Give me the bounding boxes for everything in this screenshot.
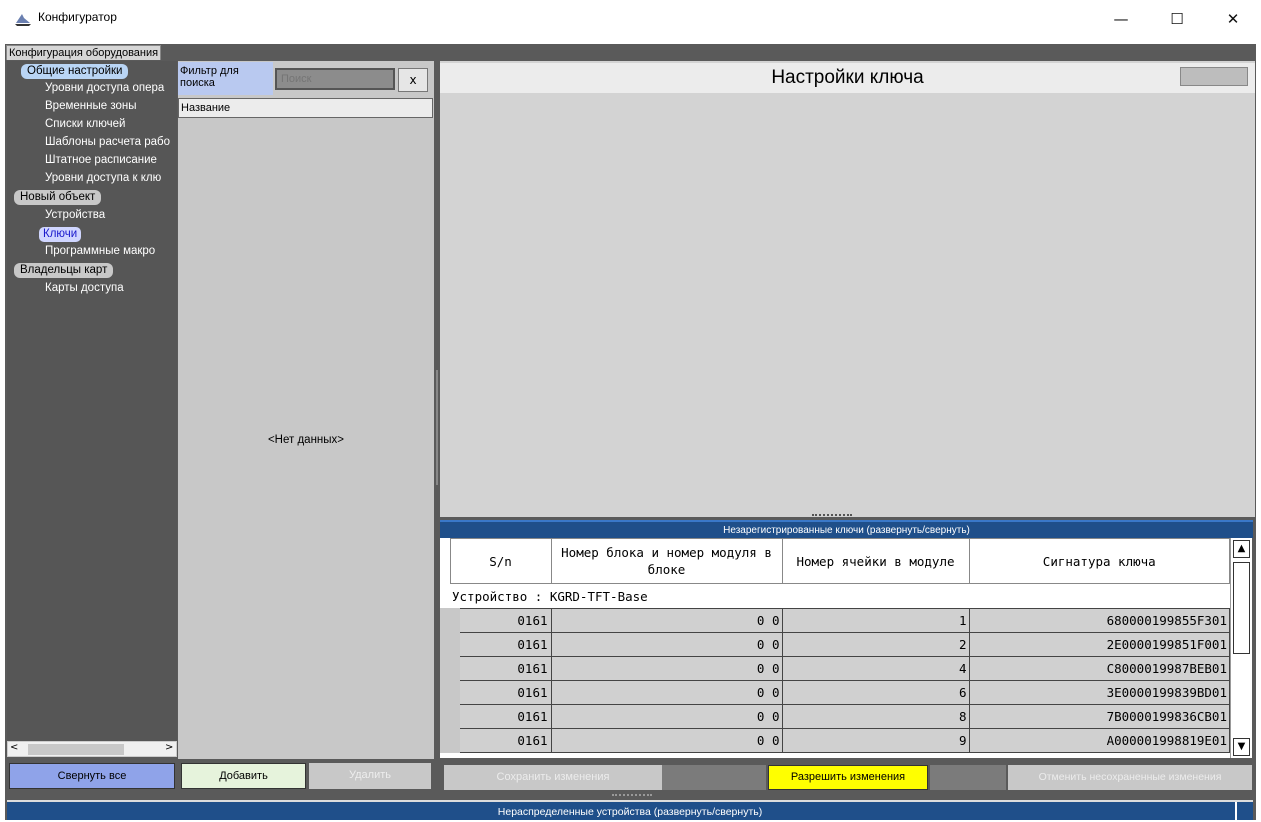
- action-spacer: [662, 765, 766, 790]
- cell-number-cell: 2: [781, 632, 970, 657]
- signature-cell: A000001998819E01: [968, 728, 1230, 753]
- cell-number-cell: 6: [781, 680, 970, 705]
- scroll-up-icon[interactable]: ▲: [1233, 540, 1250, 558]
- signature-cell: 3E0000199839BD01: [968, 680, 1230, 705]
- keys-table-area: S/n Номер блока и номер модуля в блоке Н…: [440, 538, 1230, 758]
- sidebar-item-key-lists[interactable]: Списки ключей: [45, 118, 125, 130]
- keys-splitter-grip[interactable]: [812, 514, 852, 518]
- delete-button[interactable]: Удалить: [309, 763, 431, 789]
- sidebar-item-access-cards[interactable]: Карты доступа: [45, 282, 124, 294]
- block-cell: 0 0: [550, 608, 783, 633]
- sn-cell: 0161: [440, 680, 552, 705]
- sidebar-item-time-zones[interactable]: Временные зоны: [45, 100, 136, 112]
- nav-group-new-object[interactable]: Новый объект: [14, 190, 102, 205]
- nav-group-card-owners[interactable]: Владельцы карт: [14, 263, 114, 278]
- sn-cell: 0161: [440, 656, 552, 681]
- sn-cell: 0161: [440, 632, 552, 657]
- table-row[interactable]: 0161 0 0 8 7B0000199836CB01: [440, 704, 1230, 729]
- column-header-signature[interactable]: Сигнатура ключа: [968, 538, 1230, 584]
- column-header-cell[interactable]: Номер ячейки в модуле: [781, 538, 970, 584]
- table-row[interactable]: 0161 0 0 2 2E0000199851F001: [440, 632, 1230, 657]
- sidebar-item-devices[interactable]: Устройства: [45, 209, 105, 221]
- sidebar-item-work-templates[interactable]: Шаблоны расчета рабо: [45, 136, 170, 148]
- table-row[interactable]: 0161 0 0 6 3E0000199839BD01: [440, 680, 1230, 705]
- sidebar-nav: Общие настройки Уровни доступа опера Вре…: [7, 61, 177, 756]
- search-input[interactable]: [275, 68, 395, 90]
- sidebar-hscrollbar[interactable]: < >: [7, 741, 177, 757]
- page-title: Настройки ключа: [440, 63, 1255, 93]
- title-bar: [0, 0, 1261, 38]
- block-cell: 0 0: [550, 728, 783, 753]
- nav-group-general[interactable]: Общие настройки: [21, 64, 129, 79]
- unassigned-devices-header[interactable]: Нераспределенные устройства (развернуть/…: [7, 800, 1253, 820]
- block-cell: 0 0: [550, 656, 783, 681]
- clear-search-button[interactable]: x: [398, 68, 428, 92]
- action-spacer: [930, 765, 1006, 790]
- footer-splitter-grip[interactable]: [612, 794, 652, 798]
- window-title: Конфигуратор: [38, 10, 117, 24]
- signature-cell: 680000199855F301: [968, 608, 1230, 633]
- list-panel: [178, 61, 434, 759]
- cell-number-cell: 8: [781, 704, 970, 729]
- sidebar-item-operator-access[interactable]: Уровни доступа опера: [45, 82, 164, 94]
- cell-number-cell: 1: [781, 608, 970, 633]
- empty-list-text: <Нет данных>: [267, 434, 345, 446]
- footer-divider: [1235, 802, 1237, 820]
- settings-toggle-button[interactable]: [1180, 67, 1248, 86]
- unregistered-keys-header[interactable]: Незарегистрированные ключи (развернуть/с…: [440, 520, 1253, 538]
- key-settings-panel: [440, 61, 1255, 517]
- scroll-right-icon[interactable]: >: [165, 742, 173, 753]
- table-row[interactable]: 0161 0 0 9 A000001998819E01: [440, 728, 1230, 753]
- tab-hardware-config[interactable]: Конфигурация оборудования: [6, 45, 162, 60]
- block-cell: 0 0: [550, 704, 783, 729]
- maximize-button[interactable]: ☐: [1154, 4, 1200, 34]
- sidebar-item-macros[interactable]: Программные макро: [45, 245, 155, 257]
- scroll-down-icon[interactable]: ▼: [1233, 738, 1250, 756]
- column-header-block[interactable]: Номер блока и номер модуля в блоке: [550, 538, 783, 584]
- minimize-button[interactable]: —: [1098, 4, 1144, 34]
- signature-cell: 2E0000199851F001: [968, 632, 1230, 657]
- sidebar-item-key-access[interactable]: Уровни доступа к клю: [45, 172, 161, 184]
- cell-number-cell: 9: [781, 728, 970, 753]
- vscroll-thumb[interactable]: [1233, 562, 1250, 654]
- signature-cell: C8000019987BEB01: [968, 656, 1230, 681]
- sn-cell: 0161: [440, 728, 552, 753]
- cell-number-cell: 4: [781, 656, 970, 681]
- save-changes-button[interactable]: Сохранить изменения: [444, 765, 662, 790]
- filter-label: Фильтр для поиска: [178, 62, 273, 95]
- keys-table: S/n Номер блока и номер модуля в блоке Н…: [440, 538, 1230, 753]
- close-button[interactable]: ✕: [1210, 4, 1256, 34]
- column-header-sn[interactable]: S/n: [449, 538, 552, 584]
- sidebar-item-staff-schedule[interactable]: Штатное расписание: [45, 154, 157, 166]
- cancel-changes-button[interactable]: Отменить несохраненные изменения: [1008, 765, 1252, 790]
- collapse-all-button[interactable]: Свернуть все: [9, 763, 175, 789]
- device-group-row[interactable]: Устройство : KGRD-TFT-Base: [450, 583, 1230, 609]
- block-cell: 0 0: [550, 632, 783, 657]
- table-row[interactable]: 0161 0 0 4 C8000019987BEB01: [440, 656, 1230, 681]
- signature-cell: 7B0000199836CB01: [968, 704, 1230, 729]
- allow-changes-button[interactable]: Разрешить изменения: [768, 765, 928, 790]
- block-cell: 0 0: [550, 680, 783, 705]
- table-row[interactable]: 0161 0 0 1 680000199855F301: [440, 608, 1230, 633]
- sn-cell: 0161: [440, 608, 552, 633]
- sidebar-item-keys[interactable]: Ключи: [39, 227, 82, 242]
- column-header-name[interactable]: Название: [178, 98, 433, 118]
- sn-cell: 0161: [440, 704, 552, 729]
- scroll-left-icon[interactable]: <: [10, 742, 18, 753]
- app-icon: [15, 14, 31, 26]
- hscroll-thumb[interactable]: [28, 744, 124, 755]
- add-button[interactable]: Добавить: [181, 763, 306, 789]
- vertical-splitter[interactable]: [436, 370, 438, 485]
